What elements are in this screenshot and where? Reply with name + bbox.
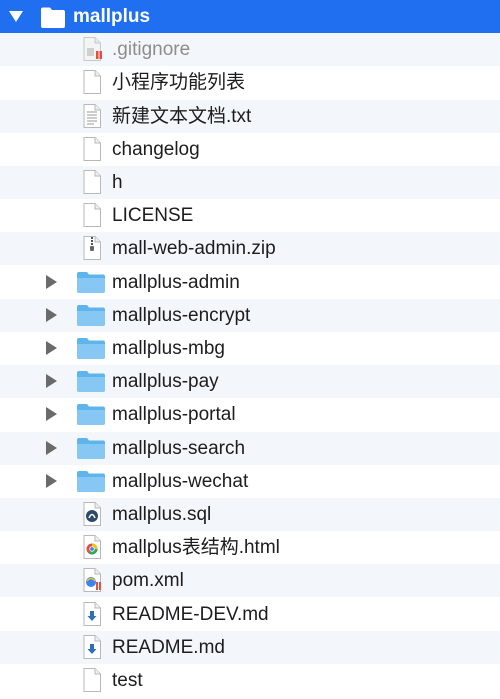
item-label: mallplus-wechat (112, 471, 249, 492)
folder-row[interactable]: mallplus-mbg (0, 332, 500, 365)
folder-icon (76, 368, 105, 394)
folder-row[interactable]: mallplus-pay (0, 365, 500, 398)
file-row[interactable]: README.md (0, 631, 500, 664)
root-folder-row[interactable]: mallplus (0, 0, 500, 33)
blank-file-icon (79, 169, 105, 195)
folder-row[interactable]: mallplus-search (0, 432, 500, 465)
item-label: README.md (112, 637, 225, 658)
disclosure-triangle-right-icon[interactable] (46, 275, 57, 289)
folder-icon (76, 401, 105, 427)
item-label: mallplus表结构.html (112, 537, 280, 558)
file-row[interactable]: mallplus.sql (0, 498, 500, 531)
item-label: mallplus-encrypt (112, 305, 251, 326)
folder-row[interactable]: mallplus-encrypt (0, 299, 500, 332)
item-label: mall-web-admin.zip (112, 238, 276, 259)
file-list: mallplus .gitignore 小程序功能列表 新建文本文档.txt chan… (0, 0, 500, 699)
item-label: mallplus-pay (112, 371, 219, 392)
file-row[interactable]: 小程序功能列表 (0, 66, 500, 99)
item-label: mallplus-portal (112, 404, 236, 425)
disclosure-triangle-right-icon[interactable] (46, 407, 57, 421)
item-label: mallplus-admin (112, 272, 240, 293)
file-row[interactable]: LICENSE (0, 199, 500, 232)
markdown-file-icon (79, 601, 105, 627)
blank-file-icon (79, 69, 105, 95)
item-label: 新建文本文档.txt (112, 106, 252, 127)
disclosure-triangle-right-icon[interactable] (46, 341, 57, 355)
disclosure-triangle-right-icon[interactable] (46, 374, 57, 388)
disclosure-triangle-right-icon[interactable] (46, 474, 57, 488)
folder-row[interactable]: mallplus-wechat (0, 465, 500, 498)
xml-file-icon (79, 567, 105, 593)
folder-icon (76, 302, 105, 328)
file-row[interactable]: test (0, 664, 500, 697)
blank-file-icon (79, 202, 105, 228)
sql-file-icon (79, 501, 105, 527)
file-row[interactable]: 新建文本文档.txt (0, 100, 500, 133)
zip-file-icon (79, 235, 105, 261)
disclosure-triangle-down-icon[interactable] (9, 11, 23, 22)
markdown-file-icon (79, 634, 105, 660)
disclosure-triangle-right-icon[interactable] (46, 441, 57, 455)
file-row[interactable]: changelog (0, 133, 500, 166)
folder-row[interactable]: mallplus-admin (0, 266, 500, 299)
blank-file-icon (79, 136, 105, 162)
folder-icon (40, 4, 66, 30)
item-label: test (112, 670, 143, 691)
gitignore-file-icon (79, 36, 105, 62)
file-row[interactable]: .gitignore (0, 33, 500, 66)
file-row[interactable]: mallplus表结构.html (0, 531, 500, 564)
file-row[interactable]: README-DEV.md (0, 598, 500, 631)
text-file-icon (79, 103, 105, 129)
item-label: .gitignore (112, 39, 191, 60)
html-file-icon (79, 534, 105, 560)
file-row[interactable]: mall-web-admin.zip (0, 232, 500, 265)
disclosure-triangle-right-icon[interactable] (46, 308, 57, 322)
item-label: mallplus.sql (112, 504, 212, 525)
item-label: 小程序功能列表 (112, 72, 246, 93)
item-label: mallplus-mbg (112, 338, 225, 359)
folder-icon (76, 335, 105, 361)
item-label: pom.xml (112, 570, 184, 591)
folder-icon (76, 468, 105, 494)
folder-icon (76, 269, 105, 295)
item-label: LICENSE (112, 205, 194, 226)
file-row[interactable]: pom.xml (0, 564, 500, 597)
item-label: mallplus-search (112, 438, 246, 459)
folder-row[interactable]: mallplus-portal (0, 398, 500, 431)
file-row[interactable]: h (0, 166, 500, 199)
item-label: README-DEV.md (112, 604, 269, 625)
item-label: h (112, 172, 123, 193)
blank-file-icon (79, 667, 105, 693)
folder-icon (76, 435, 105, 461)
root-folder-label: mallplus (73, 6, 151, 27)
item-label: changelog (112, 139, 200, 160)
